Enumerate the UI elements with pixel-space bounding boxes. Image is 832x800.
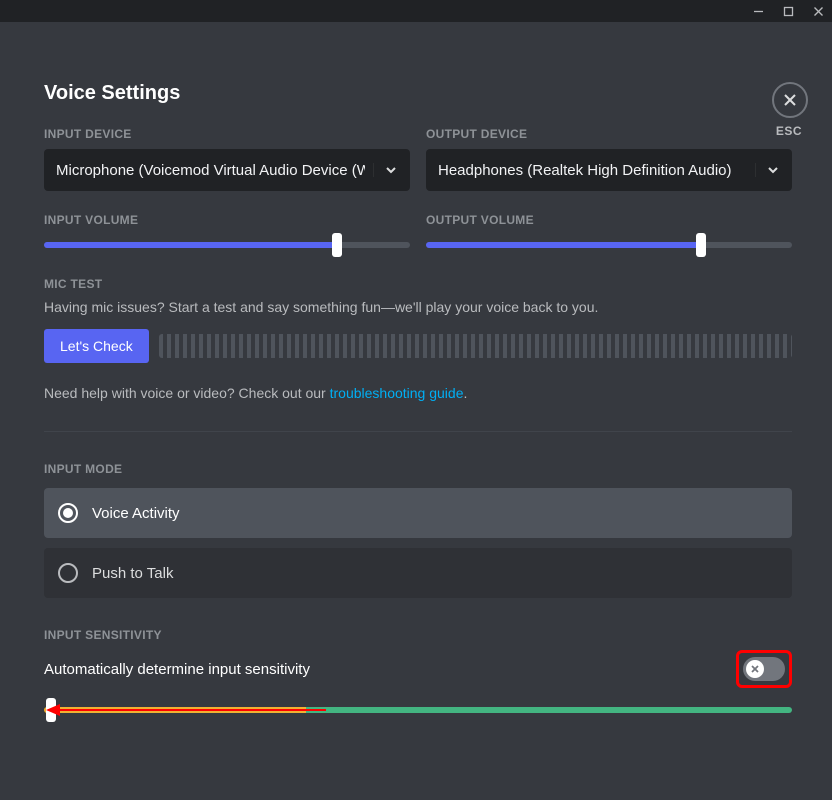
slider-thumb[interactable] [46, 698, 56, 722]
input-mode-label: INPUT MODE [44, 462, 792, 476]
auto-sensitivity-toggle[interactable] [743, 657, 785, 681]
radio-label: Push to Talk [92, 565, 173, 582]
input-volume-label: INPUT VOLUME [44, 213, 410, 227]
input-mode-group: Voice Activity Push to Talk [44, 488, 792, 598]
input-device-dropdown[interactable]: Microphone (Voicemod Virtual Audio Devic… [44, 149, 410, 191]
page-title: Voice Settings [44, 82, 792, 105]
window-minimize-icon[interactable] [752, 5, 764, 17]
radio-label: Voice Activity [92, 505, 180, 522]
input-device-label: INPUT DEVICE [44, 127, 410, 141]
close-settings-button[interactable] [772, 82, 808, 118]
output-device-dropdown[interactable]: Headphones (Realtek High Definition Audi… [426, 149, 792, 191]
input-volume-slider[interactable] [44, 235, 410, 255]
chevron-down-icon [755, 163, 780, 177]
window-close-icon[interactable] [812, 5, 824, 17]
radio-icon [58, 563, 78, 583]
toggle-knob [746, 660, 764, 678]
input-sensitivity-label: INPUT SENSITIVITY [44, 628, 792, 642]
output-device-label: OUTPUT DEVICE [426, 127, 792, 141]
annotation-highlight [736, 650, 792, 688]
output-volume-slider[interactable] [426, 235, 792, 255]
troubleshoot-link[interactable]: troubleshooting guide [330, 385, 464, 401]
input-mode-push-to-talk[interactable]: Push to Talk [44, 548, 792, 598]
radio-icon [58, 503, 78, 523]
input-mode-voice-activity[interactable]: Voice Activity [44, 488, 792, 538]
input-device-value: Microphone (Voicemod Virtual Audio Devic… [56, 162, 365, 179]
mic-test-help: Having mic issues? Start a test and say … [44, 299, 792, 315]
chevron-down-icon [373, 163, 398, 177]
window-titlebar [0, 0, 832, 22]
mic-test-button[interactable]: Let's Check [44, 329, 149, 363]
output-device-value: Headphones (Realtek High Definition Audi… [438, 162, 747, 179]
mic-test-meter [159, 334, 792, 358]
output-volume-label: OUTPUT VOLUME [426, 213, 792, 227]
auto-sensitivity-label: Automatically determine input sensitivit… [44, 661, 310, 678]
divider [44, 431, 792, 432]
slider-thumb[interactable] [332, 233, 342, 257]
esc-label: ESC [776, 124, 802, 138]
window-maximize-icon[interactable] [782, 5, 794, 17]
mic-test-label: MIC TEST [44, 277, 792, 291]
slider-thumb[interactable] [696, 233, 706, 257]
troubleshoot-text: Need help with voice or video? Check out… [44, 385, 792, 401]
input-sensitivity-slider[interactable] [44, 702, 792, 718]
